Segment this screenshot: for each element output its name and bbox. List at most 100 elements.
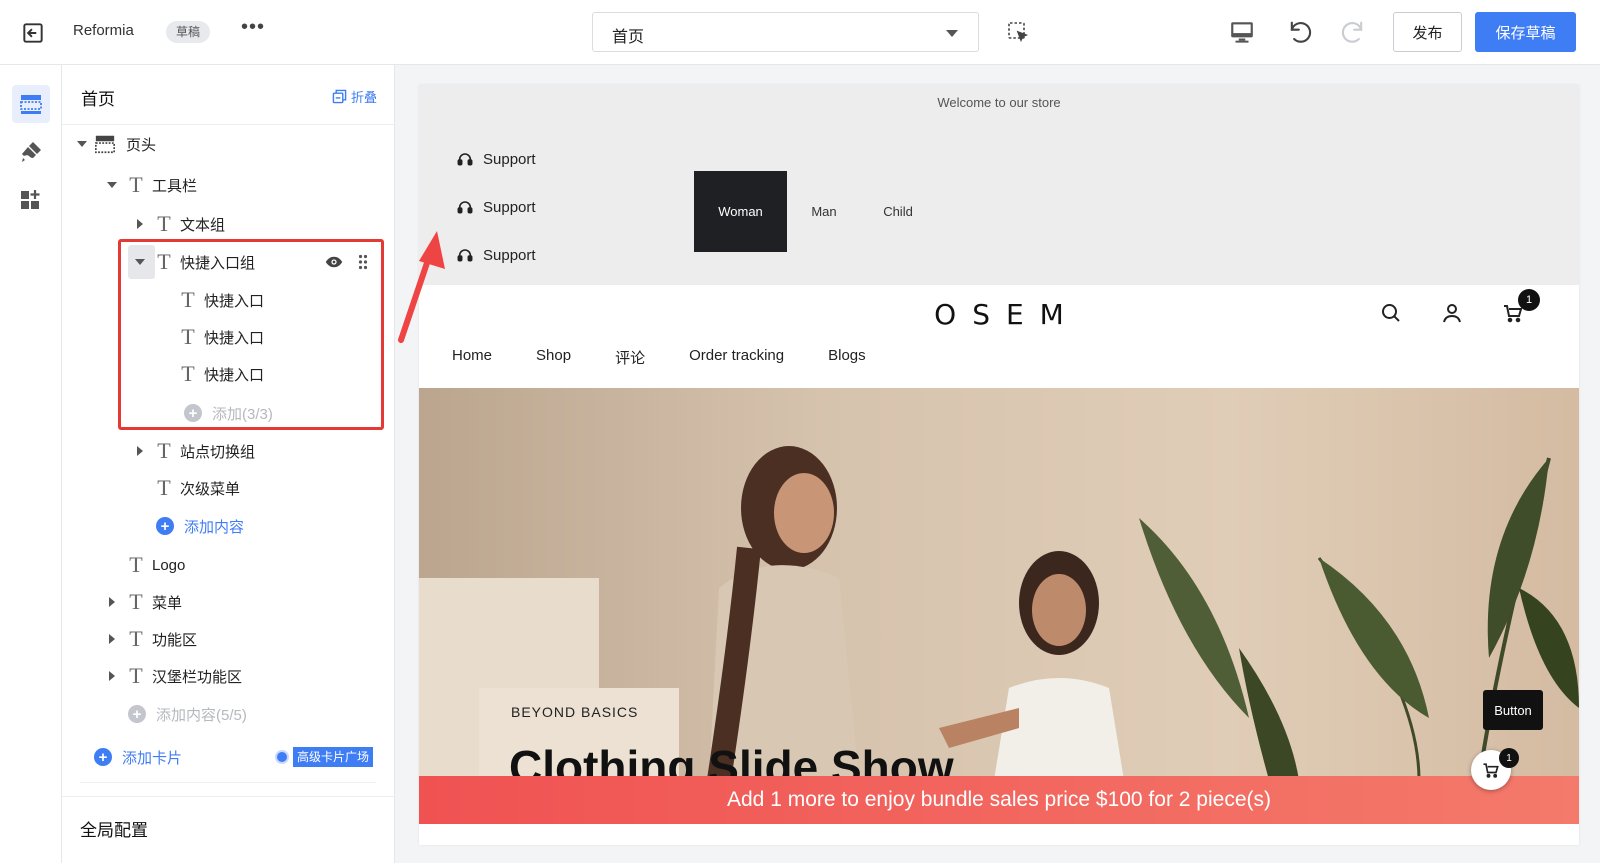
headset-icon (457, 200, 473, 213)
search-icon[interactable] (1379, 301, 1403, 325)
hero-photo (419, 388, 1579, 780)
tree-item-label: 页头 (126, 136, 157, 154)
text-type-icon: T (129, 552, 143, 577)
divider (62, 796, 395, 797)
expand-arrow-icon[interactable] (106, 179, 118, 191)
preview-canvas: Welcome to our store Support Support Sup… (395, 65, 1600, 863)
pro-dot-icon (275, 750, 289, 764)
outline-panel-header: 首页 折叠 (62, 65, 395, 125)
outline-panel-title: 首页 (81, 90, 115, 109)
rail-item-components[interactable] (12, 181, 50, 219)
text-type-icon: T (157, 211, 171, 236)
pro-card-market-button[interactable]: 高级卡片广场 (275, 746, 374, 768)
redo-icon[interactable] (1339, 18, 1367, 46)
nav-item-home[interactable]: Home (452, 347, 492, 368)
paint-brush-icon (22, 142, 41, 162)
support-label: Support (483, 151, 536, 168)
select-element-icon[interactable] (1006, 20, 1030, 44)
nav-item-shop[interactable]: Shop (536, 347, 571, 368)
undo-icon[interactable] (1286, 18, 1314, 46)
more-options-button[interactable]: ••• (241, 16, 265, 39)
add-widgets-icon (21, 190, 40, 209)
publish-button[interactable]: 发布 (1393, 12, 1462, 52)
tree-item-site-switch-group[interactable]: T 站点切换组 (134, 434, 255, 468)
text-type-icon: T (157, 438, 171, 463)
tree-item-label: 菜单 (152, 594, 183, 612)
save-draft-button[interactable]: 保存草稿 (1475, 12, 1576, 52)
page-select[interactable]: 首页 (592, 12, 979, 52)
global-config-title[interactable]: 全局配置 (80, 816, 148, 841)
add-icon: + (156, 517, 174, 535)
main-nav: Home Shop 评论 Order tracking Blogs (452, 347, 910, 368)
rail-item-layout[interactable] (12, 85, 50, 123)
nav-item-blogs[interactable]: Blogs (828, 347, 866, 368)
collapse-button[interactable]: 折叠 (332, 87, 377, 106)
floating-cart-count: 1 (1499, 748, 1519, 768)
left-icon-rail (0, 65, 62, 863)
add-card-button[interactable]: + 添加卡片 (94, 740, 182, 774)
tree-item-function-area[interactable]: T 功能区 (106, 622, 197, 656)
tree-item-hamburger-area[interactable]: T 汉堡栏功能区 (106, 659, 242, 693)
headset-icon (457, 248, 473, 261)
tab-man[interactable]: Man (787, 171, 861, 252)
welcome-text: Welcome to our store (937, 95, 1061, 110)
store-preview: Welcome to our store Support Support Sup… (419, 85, 1579, 845)
nav-item-order-tracking[interactable]: Order tracking (689, 347, 784, 368)
annotation-highlight-box (118, 239, 384, 430)
user-icon[interactable] (1440, 301, 1464, 325)
tree-item-logo[interactable]: T Logo (122, 548, 185, 582)
collapse-label: 折叠 (350, 90, 377, 105)
tree-item-label: Logo (152, 556, 186, 574)
tree-item-label: 汉堡栏功能区 (152, 668, 243, 686)
tab-child[interactable]: Child (861, 171, 935, 252)
tree-item-toolbar[interactable]: T 工具栏 (106, 168, 197, 202)
desktop-view-icon[interactable] (1229, 19, 1255, 45)
add-icon: + (128, 705, 146, 723)
exit-icon[interactable] (20, 20, 46, 46)
text-type-icon: T (157, 475, 171, 500)
outline-panel: 首页 折叠 页头 T 工具栏 T 文本组 T 快捷入口组 T 快捷入口 T 快捷… (62, 65, 395, 863)
hero-kicker: BEYOND BASICS (511, 704, 639, 720)
add-card-label: 添加卡片 (122, 749, 183, 767)
headset-icon (457, 152, 473, 165)
tree-item-label: 次级菜单 (180, 480, 241, 498)
tree-item-label: 功能区 (152, 631, 198, 649)
nav-item-reviews[interactable]: 评论 (615, 347, 645, 368)
expand-arrow-icon[interactable] (134, 445, 146, 457)
add-header-content-button[interactable]: + 添加内容(5/5) (128, 697, 247, 731)
tree-item-label: 文本组 (180, 216, 226, 234)
expand-arrow-icon[interactable] (106, 633, 118, 645)
expand-arrow-icon[interactable] (106, 670, 118, 682)
support-label: Support (483, 199, 536, 216)
layout-sections-icon (20, 95, 42, 114)
add-icon: + (94, 748, 112, 766)
store-logo[interactable]: OSEM (419, 298, 1579, 331)
floating-button[interactable]: Button (1483, 690, 1543, 730)
add-content-button[interactable]: + 添加内容 (156, 509, 244, 543)
tab-woman[interactable]: Woman (694, 171, 787, 252)
rail-item-theme[interactable] (12, 133, 50, 171)
text-type-icon: T (129, 172, 143, 197)
support-link[interactable]: Support (457, 199, 536, 216)
header-section-icon (95, 135, 115, 154)
top-toolbar: Reformia 草稿 ••• 首页 发布 保存草稿 (0, 0, 1600, 65)
tree-item-sub-menu[interactable]: T 次级菜单 (150, 471, 240, 505)
expand-arrow-icon[interactable] (134, 218, 146, 230)
expand-arrow-icon[interactable] (76, 138, 88, 150)
page-select-value: 首页 (612, 29, 645, 46)
text-type-icon: T (129, 663, 143, 688)
cart-count-badge: 1 (1518, 289, 1540, 311)
hero-slideshow[interactable]: BEYOND BASICS Clothing Slide Show (419, 388, 1579, 780)
tree-item-header[interactable]: 页头 (76, 127, 156, 161)
support-link[interactable]: Support (457, 247, 536, 264)
tree-item-menu[interactable]: T 菜单 (106, 585, 182, 619)
text-type-icon: T (129, 589, 143, 614)
support-link[interactable]: Support (457, 151, 536, 168)
chevron-down-icon (946, 30, 958, 37)
expand-arrow-icon[interactable] (106, 596, 118, 608)
announcement-bar: Welcome to our store Support Support Sup… (419, 85, 1579, 285)
collapse-icon (332, 89, 347, 104)
tree-item-text-group[interactable]: T 文本组 (134, 207, 225, 241)
support-label: Support (483, 247, 536, 264)
bundle-offer-bar: Add 1 more to enjoy bundle sales price $… (419, 776, 1579, 824)
